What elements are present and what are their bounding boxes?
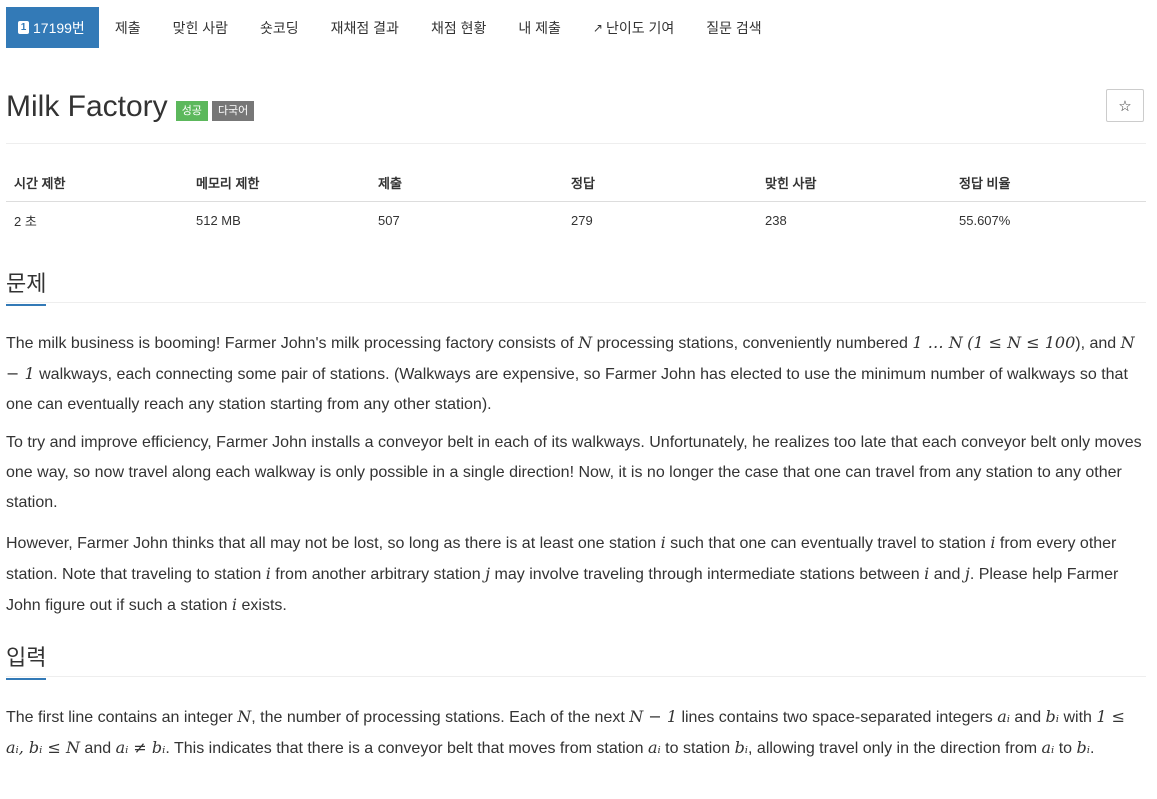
heading-underline: [6, 678, 46, 680]
input-paragraph: The first line contains an integer N, th…: [6, 707, 1126, 757]
problem-section-heading: 문제: [6, 266, 47, 306]
problem-paragraph-3: However, Farmer John thinks that all may…: [6, 533, 1119, 614]
problem-nav: 1 17199번 제출 맞힌 사람 숏코딩 재채점 결과 채점 현황 내 제출 …: [6, 7, 778, 48]
value-time-limit: 2 초: [14, 214, 37, 229]
problem-number-label: 17199번: [33, 19, 85, 36]
header-solved-users: 맞힌 사람: [757, 165, 951, 202]
header-submissions: 제출: [370, 165, 563, 202]
external-link-icon: ↗: [592, 20, 603, 35]
problem-title: Milk Factory: [6, 90, 168, 123]
problem-paragraph-2: To try and improve efficiency, Farmer Jo…: [6, 434, 1142, 511]
info-header-row: 시간 제한 메모리 제한 제출 정답 맞힌 사람 정답 비율: [6, 165, 1146, 202]
heading-underline: [6, 304, 46, 306]
info-value-row: 2 초 512 MB 507 279 238 55.607%: [6, 202, 1146, 240]
value-memory-limit: 512 MB: [196, 213, 241, 228]
favorite-star-button[interactable]: ☆: [1106, 89, 1144, 122]
input-section-heading: 입력: [6, 640, 47, 680]
star-icon: ☆: [1118, 97, 1132, 115]
problem-number-icon: 1: [18, 21, 29, 34]
problem-title-row: Milk Factory 성공 다국어: [6, 90, 255, 124]
header-memory-limit: 메모리 제한: [188, 165, 370, 202]
header-accepted: 정답: [563, 165, 757, 202]
tab-question-search[interactable]: 질문 검색: [690, 7, 777, 48]
tab-rejudge-results[interactable]: 재채점 결과: [315, 7, 415, 48]
problem-heading-text: 문제: [6, 271, 47, 296]
input-heading-text: 입력: [6, 645, 47, 670]
status-badge-success: 성공: [175, 101, 208, 121]
value-accept-ratio: 55.607%: [959, 213, 1011, 228]
section-divider: [6, 302, 1146, 303]
difficulty-contribution-label: 난이도 기여: [605, 19, 675, 36]
header-time-limit: 시간 제한: [6, 165, 188, 202]
problem-paragraph-1: The milk business is booming! Farmer Joh…: [6, 333, 1135, 413]
title-divider: [6, 143, 1146, 144]
problem-info-table: 시간 제한 메모리 제한 제출 정답 맞힌 사람 정답 비율 2 초 512 M…: [6, 165, 1146, 239]
tab-solved-users[interactable]: 맞힌 사람: [157, 7, 244, 48]
value-solved-users: 238: [765, 213, 787, 228]
tab-difficulty-contribution[interactable]: ↗ 난이도 기여: [577, 7, 690, 48]
tab-short-coding[interactable]: 숏코딩: [244, 7, 315, 48]
tab-submit[interactable]: 제출: [99, 7, 157, 48]
tab-judge-status[interactable]: 채점 현황: [415, 7, 502, 48]
header-accept-ratio: 정답 비율: [951, 165, 1146, 202]
value-submissions: 507: [378, 213, 400, 228]
value-accepted: 279: [571, 213, 593, 228]
tab-my-submissions[interactable]: 내 제출: [502, 7, 577, 48]
tab-problem[interactable]: 1 17199번: [6, 7, 99, 48]
section-divider: [6, 676, 1146, 677]
language-badge: 다국어: [211, 101, 255, 121]
